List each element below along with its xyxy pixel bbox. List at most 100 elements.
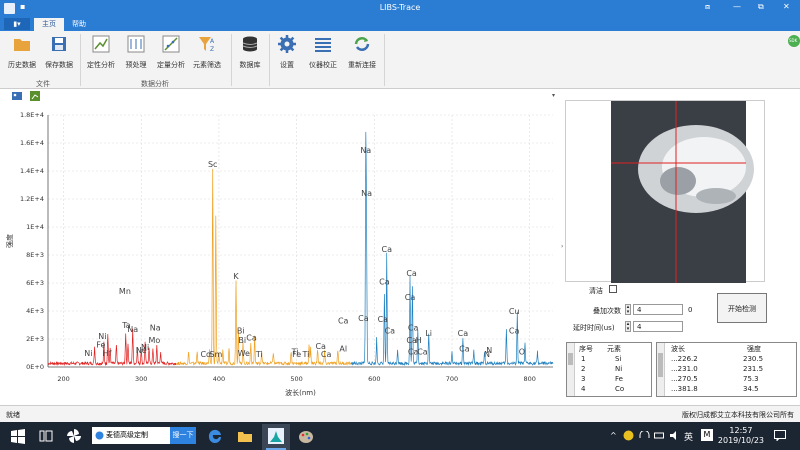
table-row[interactable]: 1: [581, 354, 585, 364]
delay-time-spinner[interactable]: ▴ ▾: [625, 321, 631, 332]
pin-icon[interactable]: ⧈: [705, 2, 710, 12]
title-bar: ▪ LIBS-Trace ⧈ — ⧉ ✕: [0, 0, 800, 17]
status-text: 就绪: [6, 411, 20, 419]
table-row[interactable]: ...226.2: [671, 354, 698, 364]
notification-icon[interactable]: [774, 430, 786, 441]
tray-volume-icon[interactable]: [669, 430, 680, 441]
peak-element-label: Ca: [378, 315, 389, 324]
history-data-button[interactable]: 历史数据: [5, 34, 39, 70]
peak-element-label: Ca: [459, 345, 470, 354]
element-table-scrollbar[interactable]: [567, 343, 575, 396]
average-count-spinner[interactable]: ▴ ▾: [625, 304, 631, 315]
preprocess-button[interactable]: 预处理: [120, 34, 152, 70]
edge-icon[interactable]: [207, 428, 223, 444]
peak-element-label: Na: [127, 325, 138, 334]
y-tick-label: 0E+0: [26, 363, 44, 371]
restore-button[interactable]: ⧉: [758, 2, 764, 12]
panel-collapse-icon[interactable]: ›: [561, 243, 563, 250]
delay-time-label: 延时时间(us): [573, 324, 615, 332]
peak-element-label: Bi: [238, 336, 246, 345]
reconnect-button[interactable]: 重新连接: [344, 34, 380, 70]
y-tick-label: 1.4E+4: [20, 167, 44, 175]
peak-element-label: O: [519, 347, 525, 356]
export-data-icon[interactable]: [30, 91, 40, 101]
paint-icon[interactable]: [298, 428, 314, 444]
peak-element-label: Ca: [321, 350, 332, 359]
peak-element-label: Ca: [408, 324, 419, 333]
copyright-text: 版权归成都艾立本科技有限公司所有: [682, 411, 794, 419]
peak-element-label: Sc: [208, 160, 217, 169]
table-row[interactable]: 2: [581, 364, 585, 374]
quantitative-analysis-button[interactable]: 定量分析: [154, 34, 188, 70]
tray-headset-icon[interactable]: [639, 431, 650, 440]
pinwheel-icon[interactable]: [66, 428, 82, 444]
sample-image: [611, 101, 754, 283]
x-tick-label: 200: [57, 375, 69, 383]
close-button[interactable]: ✕: [783, 2, 790, 11]
settings-button[interactable]: 设置: [273, 34, 301, 70]
start-detect-button[interactable]: 开始检测: [717, 293, 767, 323]
plot-menu-chevron-icon[interactable]: ▾: [552, 92, 555, 99]
calibration-button[interactable]: 仪器校正: [304, 34, 342, 70]
ime-language-indicator[interactable]: 英: [684, 430, 693, 443]
libs-app-icon[interactable]: [268, 428, 284, 444]
table-row[interactable]: ...381.8: [671, 384, 698, 394]
peak-element-label: Ti: [302, 350, 310, 359]
taskbar-search-button[interactable]: 搜一下: [170, 427, 196, 444]
peak-element-label: Ca: [381, 245, 392, 254]
tab-help[interactable]: 帮助: [64, 18, 94, 31]
tab-home[interactable]: 主页: [34, 18, 64, 31]
peak-element-label: K: [233, 272, 239, 281]
wavelength-table-scrollbar[interactable]: [657, 343, 665, 396]
table-row[interactable]: 3: [581, 374, 585, 384]
x-tick-label: 300: [135, 375, 147, 383]
y-tick-label: 4E+3: [26, 307, 44, 315]
clear-checkbox[interactable]: [609, 285, 617, 293]
peak-element-label: Mo: [149, 336, 161, 345]
task-view-icon[interactable]: [38, 428, 54, 444]
database-button[interactable]: 数据库: [235, 34, 265, 70]
x-tick-label: 600: [368, 375, 380, 383]
tray-chevron-icon[interactable]: ^: [610, 431, 617, 440]
peak-element-label: Bi: [237, 326, 245, 335]
qualitative-icon: [92, 35, 110, 53]
minimize-button[interactable]: —: [733, 2, 741, 11]
spectrum-svg: 0E+0 2E+3 4E+3 6E+3 8E+3 1E+4 1.2E+4 1.4E+4 1.6E…: [5, 111, 554, 397]
file-menu-button[interactable]: ▮▾: [4, 18, 30, 30]
wavelength-table: 波长 强度 ...226.2 230.5 ...231.0 231.5 ...2…: [656, 342, 797, 397]
clock-date: 2019/10/23: [717, 436, 764, 445]
folder-icon: [14, 39, 30, 51]
right-panel: › 清洁 叠加次数 ▴ ▾ 4 0 延时时间(us) ▴ ▾ 4 开始检测 序号 元…: [561, 100, 800, 405]
windows-start-icon[interactable]: [10, 428, 26, 444]
peak-element-label: Sm: [209, 350, 222, 359]
spectrum-series-0: [47, 328, 177, 367]
peak-element-label: Ca: [246, 333, 257, 342]
peak-element-label: Ca: [406, 269, 417, 278]
average-count-readout: 0: [688, 306, 693, 314]
table-row[interactable]: ...231.0: [671, 364, 698, 374]
filter-az-icon: AZ: [199, 37, 215, 53]
tray-status-icon[interactable]: [623, 430, 634, 441]
file-explorer-icon[interactable]: [237, 428, 253, 444]
tray-battery-icon[interactable]: [654, 431, 665, 440]
save-data-button[interactable]: 保存数据: [42, 34, 76, 70]
table-row[interactable]: ...270.5: [671, 374, 698, 384]
peak-element-label: Ca: [417, 347, 428, 356]
ime-mode-indicator[interactable]: M: [701, 429, 713, 441]
peak-element-label: N: [486, 346, 492, 355]
window-title: LIBS-Trace: [379, 3, 421, 12]
table-row[interactable]: 4: [581, 384, 585, 394]
peak-element-label: Ca: [405, 293, 416, 302]
reconnect-icon: [354, 37, 370, 51]
peak-element-label: Ca: [458, 329, 469, 338]
average-count-input[interactable]: 4: [633, 304, 683, 315]
element-filter-button[interactable]: AZ 元素筛选: [190, 34, 224, 70]
element-table: 序号 元素 1 Si 2 Ni 3 Fe 4 Co: [566, 342, 652, 397]
export-image-icon[interactable]: [12, 91, 22, 101]
delay-time-input[interactable]: 4: [633, 321, 683, 332]
ie-small-icon: [95, 431, 104, 440]
svg-text:Z: Z: [210, 46, 214, 53]
taskbar-clock[interactable]: 12:57 2019/10/23: [718, 426, 764, 446]
qualitative-analysis-button[interactable]: 定性分析: [84, 34, 118, 70]
peak-element-label: We: [238, 349, 250, 358]
